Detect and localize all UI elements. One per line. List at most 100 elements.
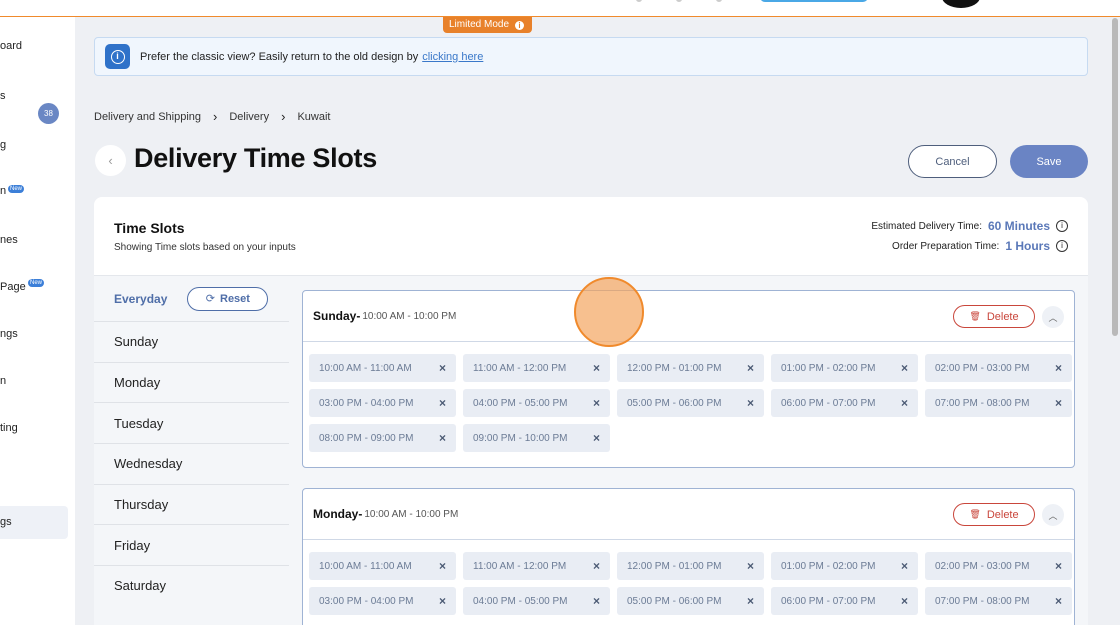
day-item-wednesday[interactable]: Wednesday xyxy=(94,443,289,484)
time-slot-chip: 12:00 PM - 01:00 PM × xyxy=(617,354,764,382)
time-slot-chip: 12:00 PM - 01:00 PM × xyxy=(617,552,764,580)
day-item-monday[interactable]: Monday xyxy=(94,361,289,403)
close-icon[interactable]: × xyxy=(901,559,908,573)
user-avatar[interactable] xyxy=(942,0,980,8)
time-slot-chip: 07:00 PM - 08:00 PM × xyxy=(925,587,1072,615)
time-slot-chip: 02:00 PM - 03:00 PM × xyxy=(925,354,1072,382)
sidebar-item[interactable]: oard xyxy=(0,40,22,52)
day-item-sunday[interactable]: Sunday xyxy=(94,321,289,362)
close-icon[interactable]: × xyxy=(1055,594,1062,608)
time-slot-label: 11:00 AM - 12:00 PM xyxy=(473,560,567,572)
sidebar-item[interactable]: n xyxy=(0,375,6,387)
chevron-up-icon[interactable]: ︿ xyxy=(1042,306,1064,328)
info-icon[interactable]: i xyxy=(1056,240,1068,252)
time-slot-chip: 10:00 AM - 11:00 AM × xyxy=(309,354,456,382)
close-icon[interactable]: × xyxy=(593,361,600,375)
time-slot-label: 06:00 PM - 07:00 PM xyxy=(781,595,876,607)
top-nav-dot[interactable] xyxy=(636,0,642,2)
day-item-tuesday[interactable]: Tuesday xyxy=(94,402,289,444)
sidebar-item[interactable]: n xyxy=(0,185,6,197)
sidebar-item[interactable]: s xyxy=(0,90,6,102)
time-slot-label: 08:00 PM - 09:00 PM xyxy=(319,432,414,444)
time-slot-chip: 07:00 PM - 08:00 PM × xyxy=(925,389,1072,417)
save-button[interactable]: Save xyxy=(1010,145,1088,178)
banner-text: Prefer the classic view? Easily return t… xyxy=(140,50,419,63)
close-icon[interactable]: × xyxy=(439,431,446,445)
time-slot-label: 06:00 PM - 07:00 PM xyxy=(781,397,876,409)
close-icon[interactable]: × xyxy=(901,594,908,608)
page-title: Delivery Time Slots xyxy=(134,143,377,173)
sidebar-item[interactable]: g xyxy=(0,139,6,151)
prep-value: 1 Hours xyxy=(1005,239,1050,253)
close-icon[interactable]: × xyxy=(1055,396,1062,410)
prep-label: Order Preparation Time: xyxy=(892,240,1000,252)
close-icon[interactable]: × xyxy=(593,396,600,410)
close-icon[interactable]: × xyxy=(593,559,600,573)
days-list: Everyday ⟳ Reset Sunday Monday Tuesday W… xyxy=(94,275,289,625)
limited-mode-label: Limited Mode xyxy=(449,19,510,30)
time-slot-label: 04:00 PM - 05:00 PM xyxy=(473,595,568,607)
close-icon[interactable]: × xyxy=(901,361,908,375)
close-icon[interactable]: × xyxy=(439,396,446,410)
close-icon[interactable]: × xyxy=(747,361,754,375)
time-slot-label: 04:00 PM - 05:00 PM xyxy=(473,397,568,409)
reset-button[interactable]: ⟳ Reset xyxy=(187,286,269,311)
delete-button[interactable]: 🗑 Delete xyxy=(953,503,1035,526)
time-slot-label: 05:00 PM - 06:00 PM xyxy=(627,595,722,607)
sidebar: oard s 38 g n New nes Page New ngs n tin… xyxy=(0,17,75,625)
classic-view-link[interactable]: clicking here xyxy=(422,51,483,63)
breadcrumb-current: Kuwait xyxy=(297,110,331,123)
close-icon[interactable]: × xyxy=(593,431,600,445)
breadcrumb-link[interactable]: Delivery and Shipping xyxy=(94,111,201,123)
close-icon[interactable]: × xyxy=(1055,559,1062,573)
close-icon[interactable]: × xyxy=(439,361,446,375)
close-icon[interactable]: × xyxy=(747,594,754,608)
day-panel-sunday: Sunday- 10:00 AM - 10:00 PM 🗑 Delete ︿ 1… xyxy=(302,290,1075,468)
time-slot-label: 12:00 PM - 01:00 PM xyxy=(627,560,722,572)
close-icon[interactable]: × xyxy=(901,396,908,410)
estimated-delivery-time: Estimated Delivery Time: 60 Minutes i xyxy=(871,219,1068,233)
close-icon[interactable]: × xyxy=(439,559,446,573)
page-scrollbar[interactable] xyxy=(1112,18,1118,336)
sidebar-item[interactable]: nes xyxy=(0,234,18,246)
close-icon[interactable]: × xyxy=(1055,361,1062,375)
panel-day: Monday- xyxy=(313,507,363,521)
day-panel-monday: Monday- 10:00 AM - 10:00 PM 🗑 Delete ︿ 1… xyxy=(302,488,1075,625)
order-prep-time: Order Preparation Time: 1 Hours i xyxy=(892,239,1068,253)
classic-view-banner: i Prefer the classic view? Easily return… xyxy=(94,37,1088,76)
sidebar-item-active[interactable]: gs xyxy=(0,516,12,528)
info-icon[interactable]: i xyxy=(1056,220,1068,232)
everyday-row: Everyday ⟳ Reset xyxy=(94,276,289,321)
time-slot-chip: 03:00 PM - 04:00 PM × xyxy=(309,587,456,615)
top-bar xyxy=(0,0,1120,17)
sidebar-item[interactable]: ngs xyxy=(0,328,18,340)
day-item-saturday[interactable]: Saturday xyxy=(94,565,289,606)
close-icon[interactable]: × xyxy=(593,594,600,608)
everyday-tab[interactable]: Everyday xyxy=(114,292,167,306)
sidebar-item[interactable]: ting xyxy=(0,422,18,434)
close-icon[interactable]: × xyxy=(439,594,446,608)
day-item-friday[interactable]: Friday xyxy=(94,524,289,566)
time-slot-chip: 06:00 PM - 07:00 PM × xyxy=(771,389,918,417)
panel-range: 10:00 AM - 10:00 PM xyxy=(364,508,459,520)
card-title: Time Slots xyxy=(114,220,185,236)
delete-label: Delete xyxy=(986,508,1019,521)
cancel-button[interactable]: Cancel xyxy=(908,145,997,178)
back-button[interactable]: ‹ xyxy=(95,145,126,176)
top-nav-dot[interactable] xyxy=(676,0,682,2)
close-icon[interactable]: × xyxy=(747,396,754,410)
time-slot-chip: 11:00 AM - 12:00 PM × xyxy=(463,552,610,580)
top-nav-dot[interactable] xyxy=(716,0,722,2)
trash-icon: 🗑 xyxy=(969,311,981,321)
top-action-button[interactable] xyxy=(760,0,868,2)
chevron-up-icon[interactable]: ︿ xyxy=(1042,504,1064,526)
close-icon[interactable]: × xyxy=(747,559,754,573)
sidebar-item[interactable]: Page xyxy=(0,281,26,293)
day-item-thursday[interactable]: Thursday xyxy=(94,483,289,525)
breadcrumb-link[interactable]: Delivery xyxy=(229,111,269,123)
delete-button[interactable]: 🗑 Delete xyxy=(953,305,1035,328)
time-slot-label: 03:00 PM - 04:00 PM xyxy=(319,595,414,607)
time-slot-label: 10:00 AM - 11:00 AM xyxy=(319,362,412,374)
info-icon[interactable]: i xyxy=(515,20,525,30)
time-slot-chip: 03:00 PM - 04:00 PM × xyxy=(309,389,456,417)
